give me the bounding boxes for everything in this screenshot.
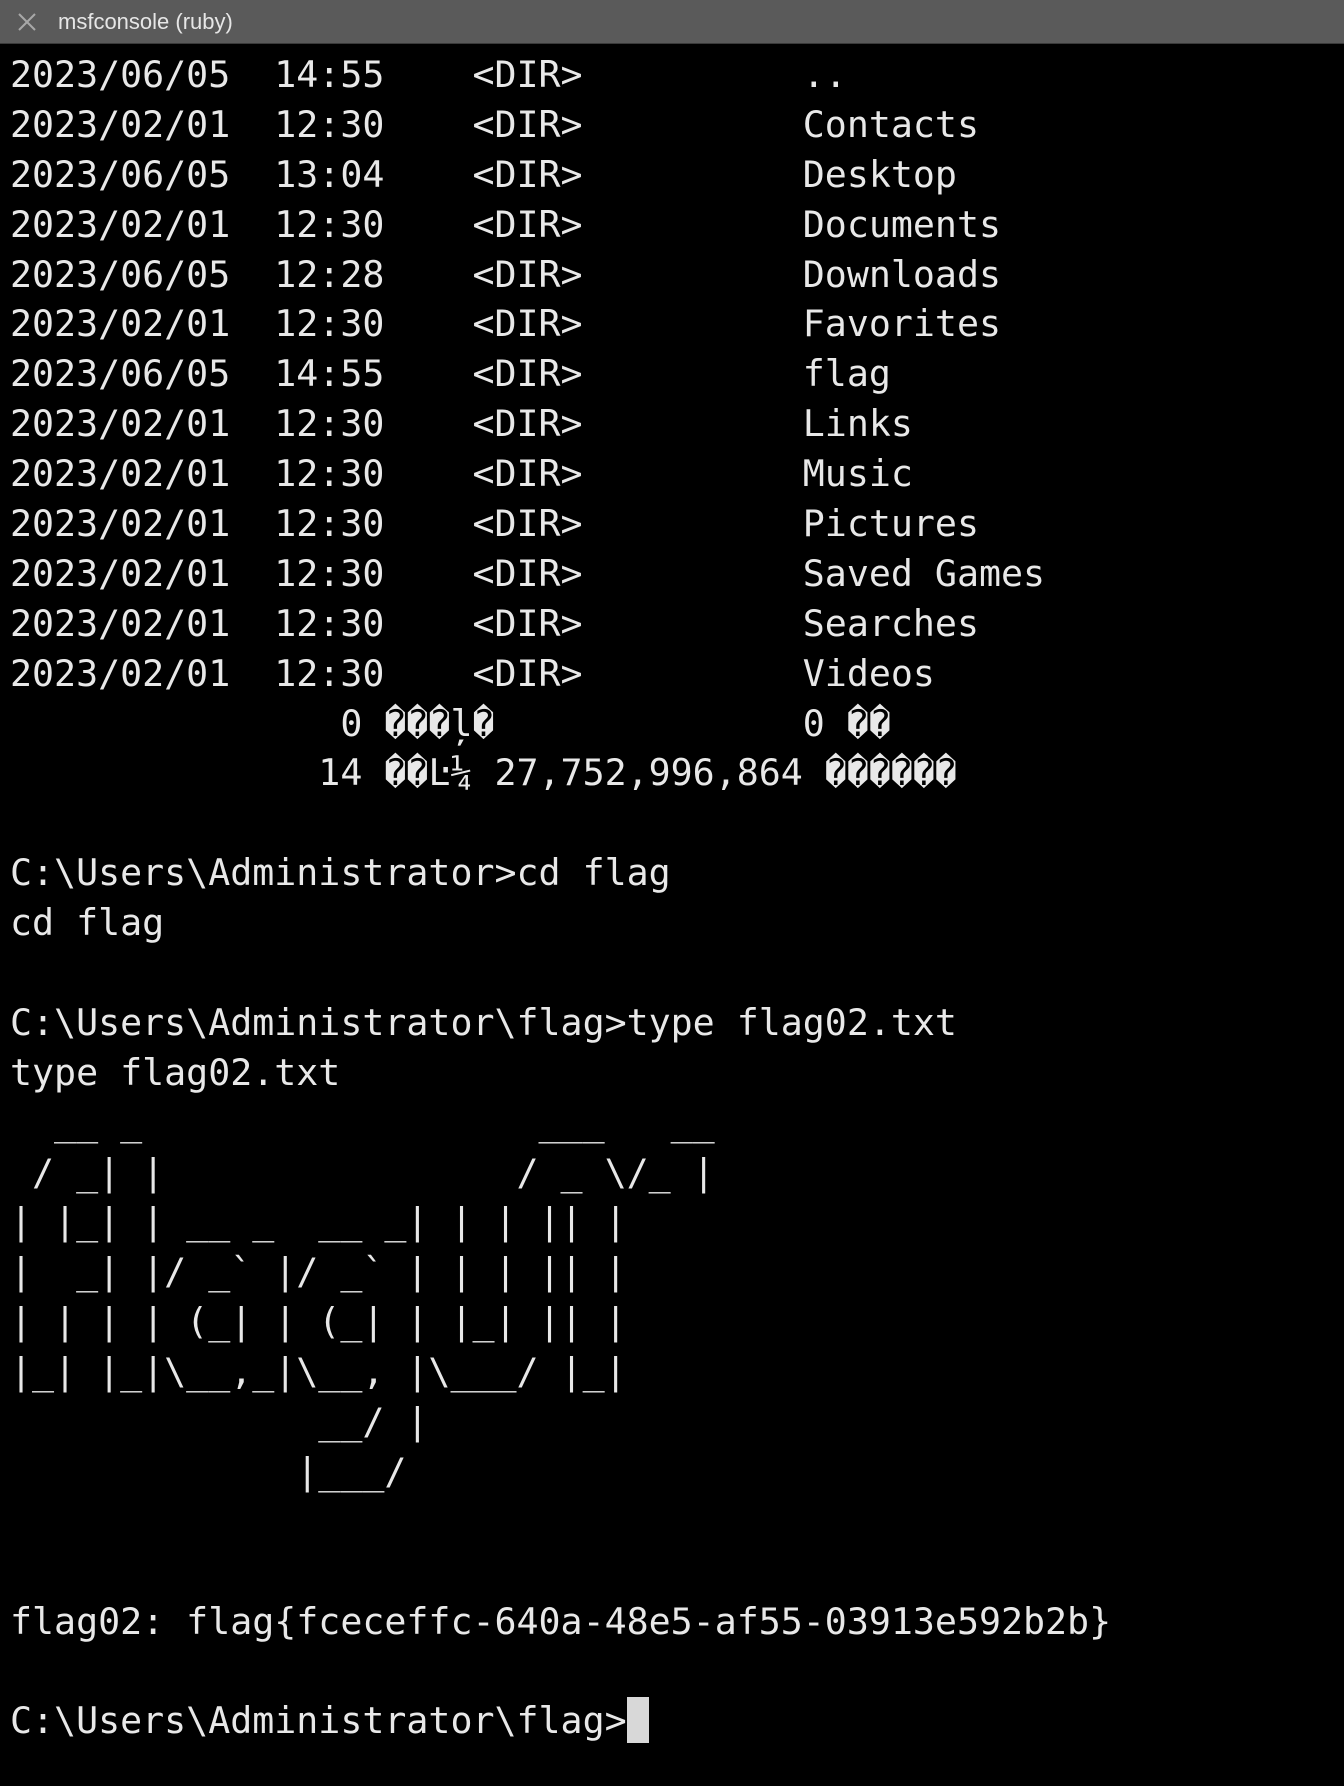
ascii-art-line: / _| | / _ \/_ | — [10, 1150, 715, 1194]
terminal-line: 2023/02/01 12:30 <DIR> Links — [10, 402, 913, 446]
terminal-line: 2023/06/05 14:55 <DIR> .. — [10, 53, 847, 96]
window-titlebar: msfconsole (ruby) — [0, 0, 1344, 44]
flag-output-line: flag02: flag{fceceffc-640a-48e5-af55-039… — [10, 1599, 1112, 1643]
terminal-line: 2023/06/05 14:55 <DIR> flag — [10, 352, 891, 396]
text-cursor — [626, 1697, 649, 1744]
close-icon[interactable] — [16, 11, 38, 33]
terminal-line: 2023/02/01 12:30 <DIR> Searches — [10, 601, 979, 645]
terminal-line: C:\Users\Administrator\flag>type flag02.… — [10, 1000, 957, 1044]
terminal-line: 2023/02/01 12:30 <DIR> Favorites — [10, 302, 1001, 346]
terminal-line: 0 ���ļ� 0 �� — [10, 701, 891, 745]
ascii-art-line: | | | | (_| | (_| | |_| || | — [10, 1300, 627, 1344]
window-title: msfconsole (ruby) — [58, 9, 233, 34]
terminal-line: 14 ��Ŀ¼ 27,752,996,864 ������ — [10, 751, 957, 795]
terminal-line: type flag02.txt — [10, 1050, 341, 1094]
ascii-art-line: | _| |/ _` |/ _` | | | || | — [10, 1250, 627, 1294]
terminal-line: 2023/06/05 13:04 <DIR> Desktop — [10, 152, 957, 196]
terminal-line: 2023/02/01 12:30 <DIR> Saved Games — [10, 551, 1046, 595]
ascii-art-line: | |_| | __ _ __ _| | | || | — [10, 1200, 627, 1244]
terminal-line: 2023/02/01 12:30 <DIR> Music — [10, 452, 913, 496]
ascii-art-line: |_| |_|\__,_|\__, |\___/ |_| — [10, 1350, 627, 1394]
prompt-line[interactable]: C:\Users\Administrator\flag> — [10, 1696, 1344, 1746]
terminal-line: 2023/02/01 12:30 <DIR> Documents — [10, 202, 1001, 246]
terminal-line: 2023/02/01 12:30 <DIR> Contacts — [10, 102, 979, 146]
terminal-line: C:\Users\Administrator>cd flag — [10, 851, 671, 895]
ascii-art-line: __ _ ___ __ — [10, 1100, 715, 1144]
command-prompt: C:\Users\Administrator\flag> — [10, 1699, 627, 1743]
terminal-line: cd flag — [10, 901, 165, 945]
terminal-output[interactable]: 2023/06/05 14:55 <DIR> .. 2023/02/01 12:… — [0, 44, 1344, 1786]
ascii-art-line: |___/ — [10, 1449, 407, 1493]
terminal-line: 2023/02/01 12:30 <DIR> Pictures — [10, 502, 979, 546]
ascii-art-line: __/ | — [10, 1400, 429, 1444]
terminal-line: 2023/06/05 12:28 <DIR> Downloads — [10, 252, 1001, 296]
terminal-line: 2023/02/01 12:30 <DIR> Videos — [10, 651, 935, 695]
